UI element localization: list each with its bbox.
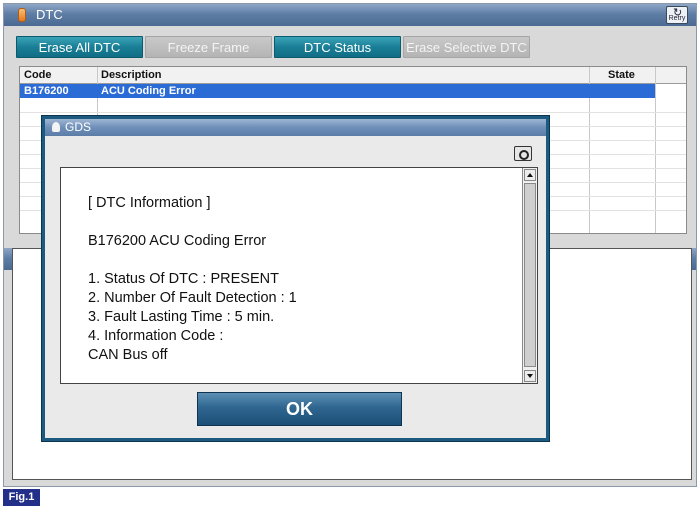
table-row[interactable]: B176200 ACU Coding Error [20,84,655,98]
gds-dialog-titlebar: GDS [45,119,546,136]
info-line: CAN Bus off [88,347,168,363]
table-header: Code Description State [20,67,686,84]
gds-icon [52,122,60,132]
erase-selective-dtc-button[interactable]: Erase Selective DTC [403,36,530,58]
screen-capture-icon[interactable] [514,146,532,161]
column-header-state[interactable]: State [608,69,635,81]
dtc-titlebar: DTC Retry [4,1,696,26]
dtc-window-icon [18,8,26,22]
vertical-scrollbar[interactable] [522,168,537,383]
figure-label: Fig.1 [3,489,40,506]
retry-button[interactable]: Retry [666,1,688,25]
column-header-code[interactable]: Code [24,69,52,81]
info-line: 2. Number Of Fault Detection : 1 [88,290,297,306]
info-heading: [ DTC Information ] [88,195,211,211]
info-line [88,213,297,232]
dtc-code-cell: B176200 [24,85,69,97]
gds-dialog: GDS [ DTC Information ] B176200 ACU Codi… [42,116,549,441]
dtc-description-cell: ACU Coding Error [101,85,196,97]
scroll-down-icon[interactable] [524,370,536,382]
info-line [88,251,297,270]
info-line: 1. Status Of DTC : PRESENT [88,271,279,287]
scroll-thumb[interactable] [524,183,536,367]
column-header-description[interactable]: Description [101,69,162,81]
freeze-frame-button[interactable]: Freeze Frame [145,36,272,58]
ok-button[interactable]: OK [197,392,402,426]
erase-all-dtc-button[interactable]: Erase All DTC [16,36,143,58]
info-line: 3. Fault Lasting Time : 5 min. [88,309,275,325]
scroll-up-icon[interactable] [524,169,536,181]
dtc-window-title: DTC [36,7,63,22]
dtc-status-button[interactable]: DTC Status [274,36,401,58]
row-divider [20,112,686,113]
gds-dialog-title: GDS [65,120,92,134]
info-line: 4. Information Code : [88,328,224,344]
dtc-information-box: [ DTC Information ] B176200 ACU Coding E… [60,167,538,384]
info-line: B176200 ACU Coding Error [88,233,267,249]
dtc-information-text: [ DTC Information ] B176200 ACU Coding E… [88,194,297,365]
column-divider [655,67,656,233]
